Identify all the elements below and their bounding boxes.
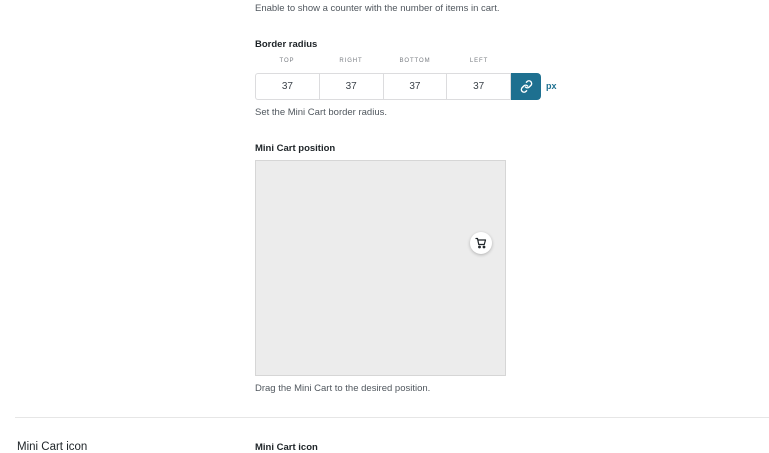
link-values-button[interactable] — [511, 73, 541, 100]
position-label: Mini Cart position — [255, 143, 336, 154]
counter-help-text: Enable to show a counter with the number… — [255, 3, 500, 14]
radius-heading-bottom: BOTTOM — [399, 58, 431, 64]
radius-right-input[interactable]: 37 — [320, 74, 384, 99]
position-help-text: Drag the Mini Cart to the desired positi… — [255, 383, 431, 394]
radius-heading-left: LEFT — [469, 58, 489, 64]
mini-cart-drag-handle[interactable] — [470, 232, 492, 254]
mini-cart-icon-field-label: Mini Cart icon — [255, 442, 318, 453]
radius-heading-top: TOP — [279, 58, 295, 64]
radius-bottom-input[interactable]: 37 — [384, 74, 448, 99]
radius-left-input[interactable]: 37 — [447, 74, 510, 99]
link-icon — [520, 80, 533, 93]
radius-heading-right: RIGHT — [339, 58, 363, 64]
mini-cart-icon-section-title: Mini Cart icon — [17, 441, 88, 453]
border-radius-help-text: Set the Mini Cart border radius. — [255, 107, 388, 118]
border-radius-headings: TOP RIGHT BOTTOM LEFT — [255, 58, 511, 68]
position-canvas[interactable] — [255, 160, 506, 376]
border-radius-label: Border radius — [255, 39, 318, 50]
radius-top-input[interactable]: 37 — [256, 74, 320, 99]
border-radius-inputs: 37 37 37 37 — [255, 73, 511, 100]
cart-icon — [475, 237, 487, 249]
section-divider — [15, 417, 769, 418]
unit-selector[interactable]: px — [546, 81, 557, 91]
